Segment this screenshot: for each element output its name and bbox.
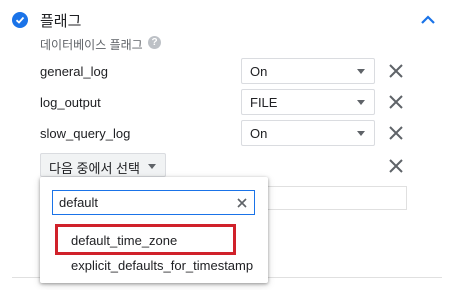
flag-value: FILE [250,95,278,110]
flag-value-select-general-log[interactable]: On [241,58,375,84]
choose-flag-dropdown-button[interactable]: 다음 중에서 선택 [40,153,166,177]
clear-search-close-icon[interactable] [236,196,248,208]
flag-name-slow-query-log: slow_query_log [40,126,131,141]
flag-value: On [250,126,268,141]
remove-flag-close-icon[interactable] [388,125,404,141]
flag-name-log-output: log_output [40,95,101,110]
dropdown-caret-icon [357,100,365,105]
new-flag-value-field[interactable] [253,186,407,210]
section-subtitle: 데이터베이스 플래그 [40,38,143,52]
flag-options-dropdown-panel: default default_time_zone explicit_defau… [40,177,268,283]
highlight-box [55,224,236,255]
flag-value-select-log-output[interactable]: FILE [241,89,375,115]
collapse-chevron-up-icon[interactable] [418,10,438,30]
dropdown-caret-icon [148,164,156,169]
remove-flag-close-icon[interactable] [388,63,404,79]
flag-value-select-slow-query-log[interactable]: On [241,120,375,146]
flag-value: On [250,64,268,79]
remove-flag-close-icon[interactable] [388,94,404,110]
help-icon[interactable]: ? [148,36,161,49]
flag-search-value: default [59,195,99,210]
flag-name-general-log: general_log [40,64,108,79]
option-explicit-defaults-for-timestamp[interactable]: explicit_defaults_for_timestamp [71,258,253,273]
flag-search-input[interactable]: default [52,190,255,215]
section-title: 플래그 [40,13,82,30]
dropdown-caret-icon [357,69,365,74]
choose-flag-label: 다음 중에서 선택 [49,161,140,176]
section-complete-check-icon [12,12,28,28]
remove-new-flag-close-icon[interactable] [388,158,404,174]
dropdown-caret-icon [357,131,365,136]
